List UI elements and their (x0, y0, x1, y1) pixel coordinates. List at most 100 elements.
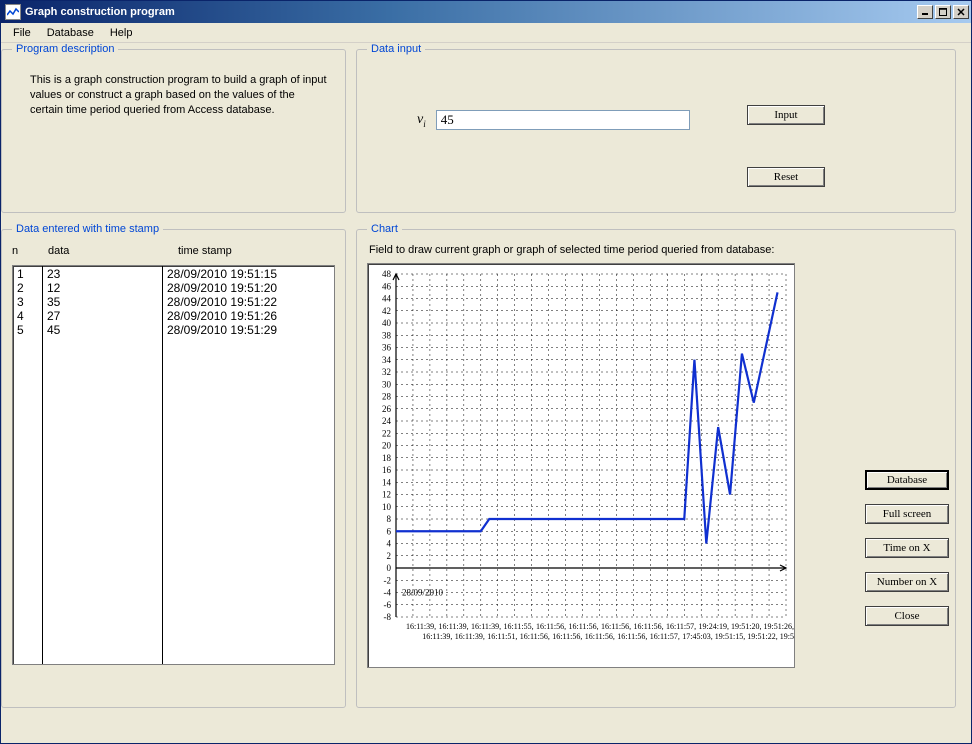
legend-chart: Chart (367, 223, 402, 235)
svg-text:16:11:39,: 16:11:39, (439, 622, 469, 631)
group-data-input: Data input vi Input Reset (356, 43, 956, 213)
svg-text:19:51:15,: 19:51:15, (715, 632, 745, 641)
svg-text:4: 4 (387, 539, 392, 549)
svg-text:10: 10 (382, 502, 392, 512)
cell-n: 2 (17, 281, 38, 295)
cell-n: 1 (17, 267, 38, 281)
svg-text:40: 40 (382, 318, 392, 328)
data-header: n data time stamp (12, 243, 335, 265)
svg-text:22: 22 (382, 429, 391, 439)
time-on-x-button[interactable]: Time on X (865, 538, 949, 558)
cell-ts: 28/09/2010 19:51:22 (167, 295, 330, 309)
cell-data: 23 (47, 267, 158, 281)
menu-database[interactable]: Database (39, 25, 102, 41)
svg-text:44: 44 (382, 294, 392, 304)
menu-file[interactable]: File (5, 25, 39, 41)
svg-text:46: 46 (382, 282, 392, 292)
svg-text:30: 30 (382, 380, 392, 390)
titlebar: Graph construction program (1, 1, 971, 23)
svg-text:19:51:29: 19:51:29 (780, 632, 794, 641)
svg-text:19:24:19,: 19:24:19, (699, 622, 729, 631)
svg-text:17:45:03,: 17:45:03, (682, 632, 712, 641)
svg-text:14: 14 (382, 478, 392, 488)
maximize-button[interactable] (935, 5, 951, 19)
input-label: vi (417, 112, 426, 129)
svg-text:16: 16 (382, 465, 392, 475)
group-chart: Chart Field to draw current graph or gra… (356, 223, 956, 708)
fullscreen-button[interactable]: Full screen (865, 504, 949, 524)
svg-text:20: 20 (382, 441, 392, 451)
svg-text:-8: -8 (384, 612, 392, 622)
database-button[interactable]: Database (865, 470, 949, 490)
svg-text:16:11:56,: 16:11:56, (617, 632, 647, 641)
svg-text:18: 18 (382, 453, 392, 463)
svg-text:16:11:57,: 16:11:57, (666, 622, 696, 631)
svg-text:16:11:56,: 16:11:56, (585, 632, 615, 641)
app-icon (5, 4, 21, 20)
svg-text:12: 12 (382, 490, 391, 500)
svg-text:19:51:26,: 19:51:26, (764, 622, 794, 631)
data-table[interactable]: 12345 2312352745 28/09/2010 19:51:1528/0… (12, 265, 335, 665)
svg-text:16:11:56,: 16:11:56, (536, 622, 566, 631)
legend-data: Data entered with time stamp (12, 223, 163, 235)
cell-ts: 28/09/2010 19:51:15 (167, 267, 330, 281)
cell-data: 45 (47, 323, 158, 337)
svg-text:16:11:56,: 16:11:56, (552, 632, 582, 641)
svg-text:16:11:56,: 16:11:56, (520, 632, 550, 641)
group-program-description: Program description This is a graph cons… (1, 43, 346, 213)
svg-text:8: 8 (387, 514, 392, 524)
input-button[interactable]: Input (747, 105, 825, 125)
cell-data: 35 (47, 295, 158, 309)
svg-text:6: 6 (387, 527, 392, 537)
cell-n: 4 (17, 309, 38, 323)
svg-text:-2: -2 (384, 576, 392, 586)
legend-input: Data input (367, 43, 425, 55)
header-data: data (48, 245, 178, 257)
minimize-button[interactable] (917, 5, 933, 19)
value-input[interactable] (436, 110, 690, 130)
header-n: n (12, 245, 48, 257)
cell-n: 5 (17, 323, 38, 337)
reset-button[interactable]: Reset (747, 167, 825, 187)
cell-n: 3 (17, 295, 38, 309)
menubar: File Database Help (1, 23, 971, 43)
cell-data: 12 (47, 281, 158, 295)
cell-ts: 28/09/2010 19:51:26 (167, 309, 330, 323)
legend-desc: Program description (12, 43, 118, 55)
svg-text:48: 48 (382, 269, 392, 279)
close-chart-button[interactable]: Close (865, 606, 949, 626)
svg-text:16:11:56,: 16:11:56, (634, 622, 664, 631)
window-title: Graph construction program (25, 6, 917, 18)
svg-text:19:51:22,: 19:51:22, (747, 632, 777, 641)
cell-ts: 28/09/2010 19:51:29 (167, 323, 330, 337)
description-text: This is a graph construction program to … (12, 63, 335, 118)
svg-text:28/09/2010: 28/09/2010 (402, 588, 444, 598)
chart-description: Field to draw current graph or graph of … (367, 243, 945, 263)
svg-text:16:11:55,: 16:11:55, (504, 622, 534, 631)
svg-text:24: 24 (382, 416, 392, 426)
svg-text:-4: -4 (384, 588, 392, 598)
cell-data: 27 (47, 309, 158, 323)
chart-canvas: -8-6-4-202468101214161820222426283032343… (367, 263, 795, 668)
close-button[interactable] (953, 5, 969, 19)
svg-text:16:11:51,: 16:11:51, (487, 632, 517, 641)
svg-text:16:11:39,: 16:11:39, (422, 632, 452, 641)
svg-text:36: 36 (382, 343, 392, 353)
group-data-entered: Data entered with time stamp n data time… (1, 223, 346, 708)
svg-text:32: 32 (382, 367, 391, 377)
svg-text:34: 34 (382, 355, 392, 365)
svg-text:26: 26 (382, 404, 392, 414)
svg-text:2: 2 (387, 551, 392, 561)
svg-text:16:11:39,: 16:11:39, (406, 622, 436, 631)
number-on-x-button[interactable]: Number on X (865, 572, 949, 592)
header-ts: time stamp (178, 245, 335, 257)
svg-text:0: 0 (387, 563, 392, 573)
svg-text:28: 28 (382, 392, 392, 402)
svg-text:38: 38 (382, 331, 392, 341)
app-window: Graph construction program File Database… (0, 0, 972, 744)
menu-help[interactable]: Help (102, 25, 141, 41)
svg-text:16:11:57,: 16:11:57, (650, 632, 680, 641)
svg-text:-6: -6 (384, 600, 392, 610)
svg-text:16:11:39,: 16:11:39, (471, 622, 501, 631)
svg-text:16:11:56,: 16:11:56, (569, 622, 599, 631)
